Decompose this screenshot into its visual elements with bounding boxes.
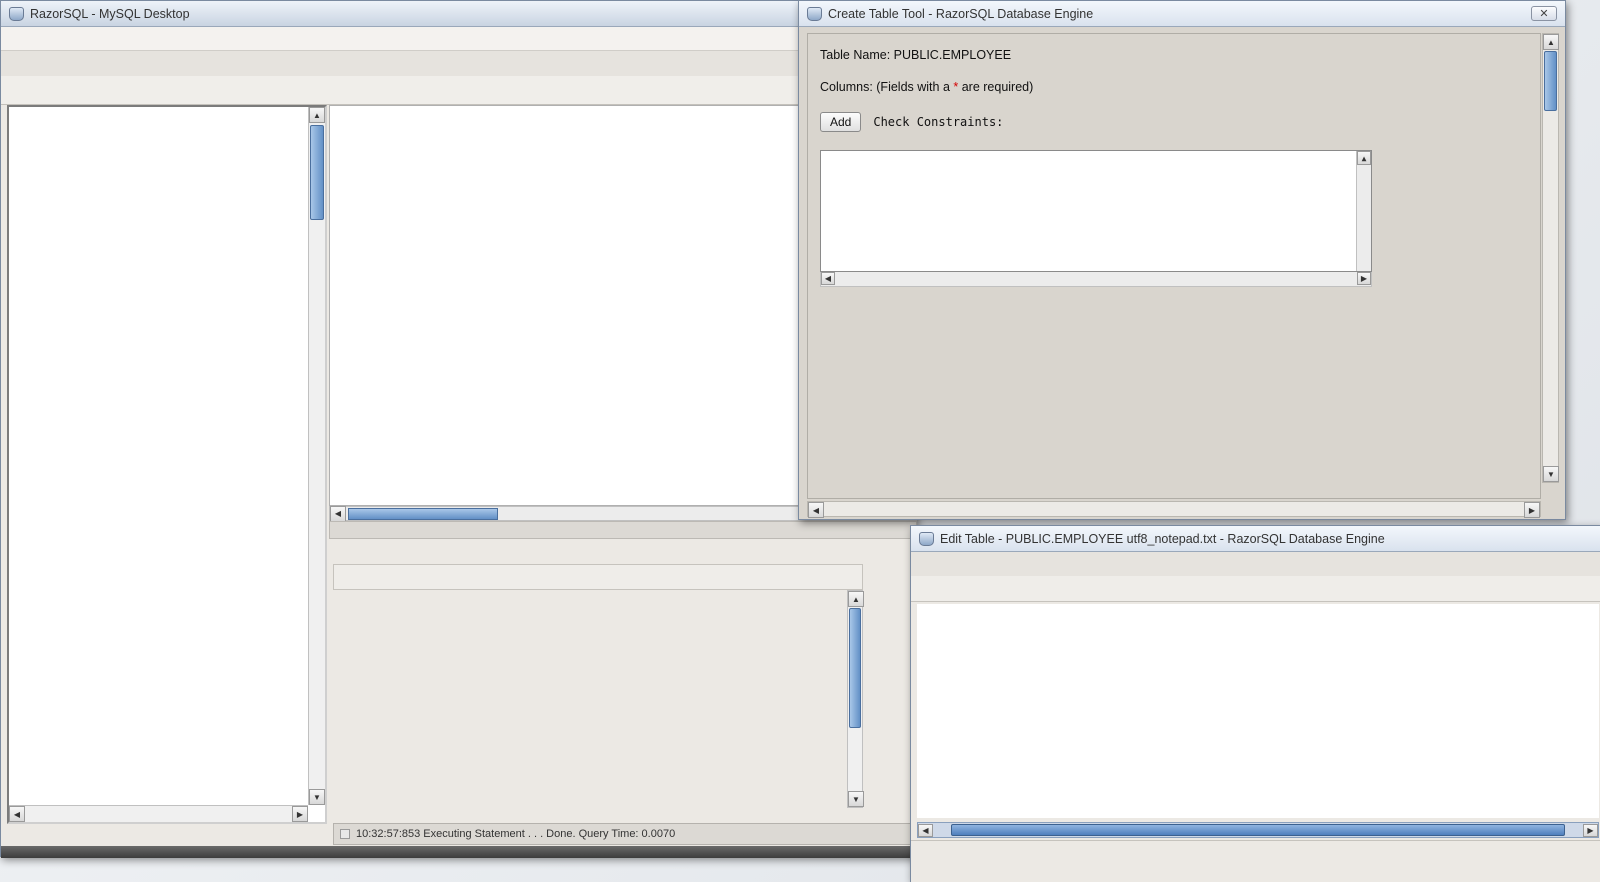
database-icon <box>807 6 822 21</box>
scroll-left-arrow[interactable]: ◀ <box>9 806 25 822</box>
scrollbar-thumb[interactable] <box>310 125 324 220</box>
result-tabs <box>333 541 863 564</box>
database-tree <box>9 107 308 805</box>
scroll-left-arrow[interactable]: ◀ <box>821 272 835 285</box>
sql-horizontal-scrollbar[interactable]: ◀ ▶ <box>820 272 1372 287</box>
horizontal-scrollbar[interactable]: ◀ ▶ <box>917 822 1599 838</box>
editor-status-bar <box>329 521 917 539</box>
scroll-left-arrow[interactable]: ◀ <box>808 502 824 518</box>
tree-horizontal-scrollbar[interactable]: ◀ ▶ <box>9 805 308 822</box>
results-vertical-scrollbar[interactable]: ▲ ▼ <box>847 590 864 808</box>
scroll-left-arrow[interactable]: ◀ <box>330 505 346 522</box>
scrollbar-thumb[interactable] <box>1544 51 1557 111</box>
scrollbar-thumb[interactable] <box>951 824 1565 836</box>
edit-window-titlebar[interactable]: Edit Table - PUBLIC.EMPLOYEE utf8_notepa… <box>911 526 1600 552</box>
table-name-value: PUBLIC.EMPLOYEE <box>893 48 1012 62</box>
main-titlebar[interactable]: RazorSQL - MySQL Desktop <box>1 1 915 27</box>
dialog-body: Table Name: PUBLIC.EMPLOYEE Columns: (Fi… <box>807 33 1541 499</box>
scrollbar-thumb[interactable] <box>849 608 861 728</box>
scroll-up-arrow[interactable]: ▲ <box>1357 151 1371 165</box>
edit-grid-wrap <box>917 604 1599 818</box>
table-name-label: Table Name: <box>820 48 891 62</box>
edit-table-window: Edit Table - PUBLIC.EMPLOYEE utf8_notepa… <box>910 525 1600 882</box>
scroll-right-arrow[interactable]: ▶ <box>1583 823 1598 837</box>
connection-tabs <box>1 51 915 76</box>
scroll-right-arrow[interactable]: ▶ <box>1524 502 1540 518</box>
razorsql-app-icon <box>9 6 24 21</box>
desktop: RazorSQL - MySQL Desktop ▲ ▼ ◀ ▶ ◀ ▲ ▼ 1… <box>0 0 1600 882</box>
results-toolbar <box>333 564 863 590</box>
sql-vertical-scrollbar[interactable]: ▲ <box>1356 151 1371 271</box>
close-button[interactable]: ✕ <box>1531 6 1557 21</box>
window-bottom-edge <box>1 846 917 858</box>
menu-bar <box>1 27 915 51</box>
scroll-down-arrow[interactable]: ▼ <box>309 789 325 805</box>
add-column-button[interactable]: Add <box>820 112 862 132</box>
check-constraints-label: Check Constraints: <box>873 115 1004 129</box>
dialog-titlebar[interactable]: Create Table Tool - RazorSQL Database En… <box>799 1 1565 27</box>
edit-table-toolbar <box>911 576 1600 602</box>
scroll-right-arrow[interactable]: ▶ <box>292 806 308 822</box>
scrollbar-thumb[interactable] <box>348 507 498 520</box>
edit-window-bottom <box>911 840 1600 882</box>
results-panel: ▲ ▼ <box>333 541 864 821</box>
main-toolbar <box>1 76 915 105</box>
create-table-dialog: Create Table Tool - RazorSQL Database En… <box>798 0 1566 520</box>
scroll-left-arrow[interactable]: ◀ <box>918 823 933 837</box>
scroll-right-arrow[interactable]: ▶ <box>1357 272 1371 285</box>
dialog-vertical-scrollbar[interactable]: ▲ ▼ <box>1542 33 1559 483</box>
edit-window-title: Edit Table - PUBLIC.EMPLOYEE utf8_notepa… <box>940 531 1385 546</box>
tree-vertical-scrollbar[interactable]: ▲ ▼ <box>308 107 325 805</box>
dialog-horizontal-scrollbar[interactable]: ◀ ▶ <box>807 501 1541 518</box>
main-window: RazorSQL - MySQL Desktop ▲ ▼ ◀ ▶ ◀ ▲ ▼ 1… <box>0 0 917 858</box>
scroll-down-arrow[interactable]: ▼ <box>1543 466 1559 482</box>
window-title: RazorSQL - MySQL Desktop <box>30 6 190 21</box>
database-icon <box>919 531 934 546</box>
status-icon <box>340 829 350 839</box>
scroll-up-arrow[interactable]: ▲ <box>848 591 864 607</box>
generated-sql-box[interactable]: ▲ <box>820 150 1372 272</box>
database-tree-panel: ▲ ▼ ◀ ▶ <box>7 105 327 824</box>
scroll-down-arrow[interactable]: ▼ <box>848 791 864 807</box>
dialog-title: Create Table Tool - RazorSQL Database En… <box>828 6 1094 21</box>
edit-table-tabs <box>911 552 1600 576</box>
main-status-bar: 10:32:57:853 Executing Statement . . . D… <box>333 823 917 845</box>
scroll-up-arrow[interactable]: ▲ <box>1543 34 1559 50</box>
table-name-row: Table Name: PUBLIC.EMPLOYEE <box>820 48 1530 62</box>
columns-note: Columns: (Fields with a * are required) <box>820 80 1034 94</box>
status-message: 10:32:57:853 Executing Statement . . . D… <box>356 828 676 840</box>
scroll-up-arrow[interactable]: ▲ <box>309 107 325 123</box>
